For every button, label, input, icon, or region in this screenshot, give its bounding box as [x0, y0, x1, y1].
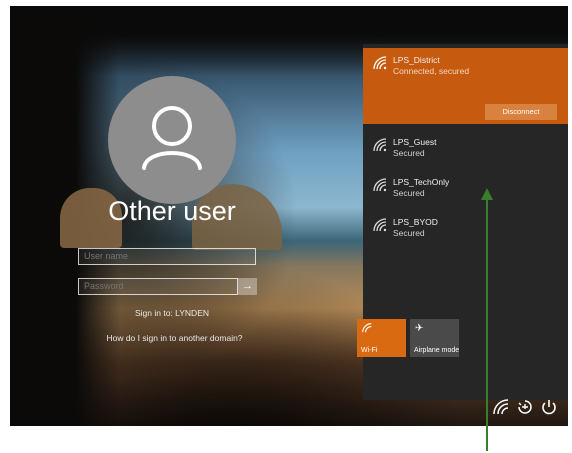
- annotation-arrow: [481, 188, 493, 451]
- user-icon: [142, 106, 202, 170]
- username-input[interactable]: [78, 248, 256, 265]
- network-name: LPS_TechOnly: [393, 177, 450, 187]
- network-name: LPS_District: [393, 55, 440, 65]
- network-status: Secured: [393, 188, 425, 198]
- ease-of-access-icon[interactable]: [516, 398, 534, 416]
- network-item[interactable]: LPS_BYOD Secured: [363, 210, 568, 248]
- airplane-tile-label: Airplane mode: [414, 347, 460, 354]
- wifi-icon: [373, 218, 387, 232]
- wifi-icon: [373, 178, 387, 192]
- network-icon[interactable]: [492, 398, 510, 416]
- password-input[interactable]: [78, 278, 238, 295]
- sign-in-domain-text: Sign in to: LYNDEN: [134, 308, 209, 318]
- wifi-tile-label: Wi-Fi: [361, 347, 378, 354]
- wifi-toggle-tile[interactable]: Wi-Fi: [357, 319, 406, 357]
- network-item[interactable]: LPS_Guest Secured: [363, 130, 568, 168]
- other-domain-link[interactable]: How do I sign in to another domain?: [62, 333, 287, 343]
- avatar: [108, 76, 236, 204]
- network-status: Secured: [393, 228, 425, 238]
- wifi-icon: [362, 323, 372, 333]
- airplane-mode-tile[interactable]: ✈ Airplane mode: [410, 319, 459, 357]
- network-item[interactable]: LPS_TechOnly Secured: [363, 170, 568, 208]
- power-icon[interactable]: [540, 398, 558, 416]
- wifi-icon: [373, 138, 387, 152]
- network-status: Connected, secured: [393, 66, 470, 76]
- network-status: Secured: [393, 148, 425, 158]
- wifi-icon: [373, 56, 387, 70]
- arrow-right-icon: →: [242, 280, 253, 292]
- network-item-active[interactable]: LPS_District Connected, secured Disconne…: [363, 48, 568, 124]
- user-title: Other user: [108, 196, 236, 226]
- disconnect-button[interactable]: Disconnect: [485, 104, 557, 120]
- network-name: LPS_BYOD: [393, 217, 438, 227]
- airplane-icon: ✈: [415, 323, 424, 334]
- submit-button[interactable]: →: [238, 278, 257, 295]
- network-name: LPS_Guest: [393, 137, 437, 147]
